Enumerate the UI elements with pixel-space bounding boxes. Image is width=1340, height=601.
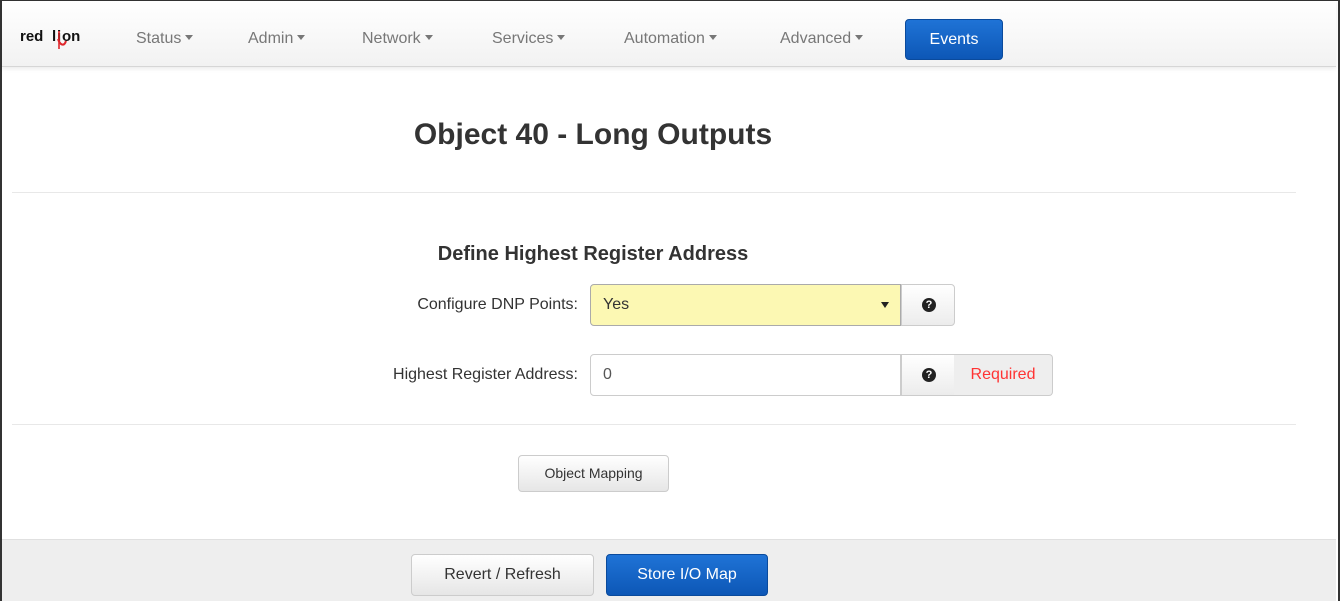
configure-dnp-label: Configure DNP Points: — [417, 296, 578, 313]
svg-text:red: red — [20, 28, 43, 45]
caret-down-icon — [185, 35, 194, 41]
red-lion-logo[interactable]: red l i on — [20, 27, 90, 51]
highest-register-help-button[interactable]: ? — [901, 354, 955, 396]
divider — [12, 424, 1296, 425]
object-mapping-button[interactable]: Object Mapping — [518, 455, 669, 492]
highest-register-label: Highest Register Address: — [393, 366, 578, 383]
store-io-map-label: Store I/O Map — [637, 566, 737, 583]
nav-events-label: Events — [929, 31, 979, 48]
top-navbar: red l i on Status Admin Network Services… — [2, 1, 1336, 67]
highest-register-input[interactable]: 0 — [590, 354, 901, 396]
nav-automation[interactable]: Automation — [624, 30, 717, 48]
nav-events-button[interactable]: Events — [905, 19, 1003, 60]
page-title: Object 40 - Long Outputs — [413, 118, 773, 151]
nav-status-label: Status — [136, 30, 182, 47]
nav-admin-label: Admin — [248, 30, 294, 47]
nav-services-label: Services — [492, 30, 554, 47]
nav-advanced-label: Advanced — [780, 30, 852, 47]
nav-admin[interactable]: Admin — [248, 30, 306, 48]
configure-dnp-select[interactable]: Yes — [590, 284, 901, 326]
svg-text:l: l — [52, 28, 56, 45]
revert-refresh-button[interactable]: Revert / Refresh — [411, 554, 594, 596]
object-mapping-label: Object Mapping — [544, 465, 643, 481]
highest-register-value: 0 — [603, 366, 612, 383]
nav-network-label: Network — [362, 30, 421, 47]
nav-automation-label: Automation — [624, 30, 705, 47]
question-circle-icon: ? — [922, 298, 936, 312]
nav-network[interactable]: Network — [362, 30, 433, 48]
store-io-map-button[interactable]: Store I/O Map — [606, 554, 768, 596]
required-indicator: Required — [954, 354, 1053, 396]
revert-refresh-label: Revert / Refresh — [444, 566, 561, 583]
nav-services[interactable]: Services — [492, 30, 566, 48]
caret-down-icon — [424, 35, 433, 41]
caret-down-icon — [297, 35, 306, 41]
caret-down-icon — [708, 35, 717, 41]
section-title: Define Highest Register Address — [437, 243, 749, 265]
configure-dnp-help-button[interactable]: ? — [901, 284, 955, 326]
dropdown-arrow-icon — [881, 302, 889, 308]
nav-advanced[interactable]: Advanced — [780, 30, 864, 48]
nav-status[interactable]: Status — [136, 30, 194, 48]
configure-dnp-selected-value: Yes — [603, 296, 630, 313]
caret-down-icon — [557, 35, 566, 41]
divider — [12, 192, 1296, 193]
caret-down-icon — [855, 35, 864, 41]
question-circle-icon: ? — [922, 368, 936, 382]
